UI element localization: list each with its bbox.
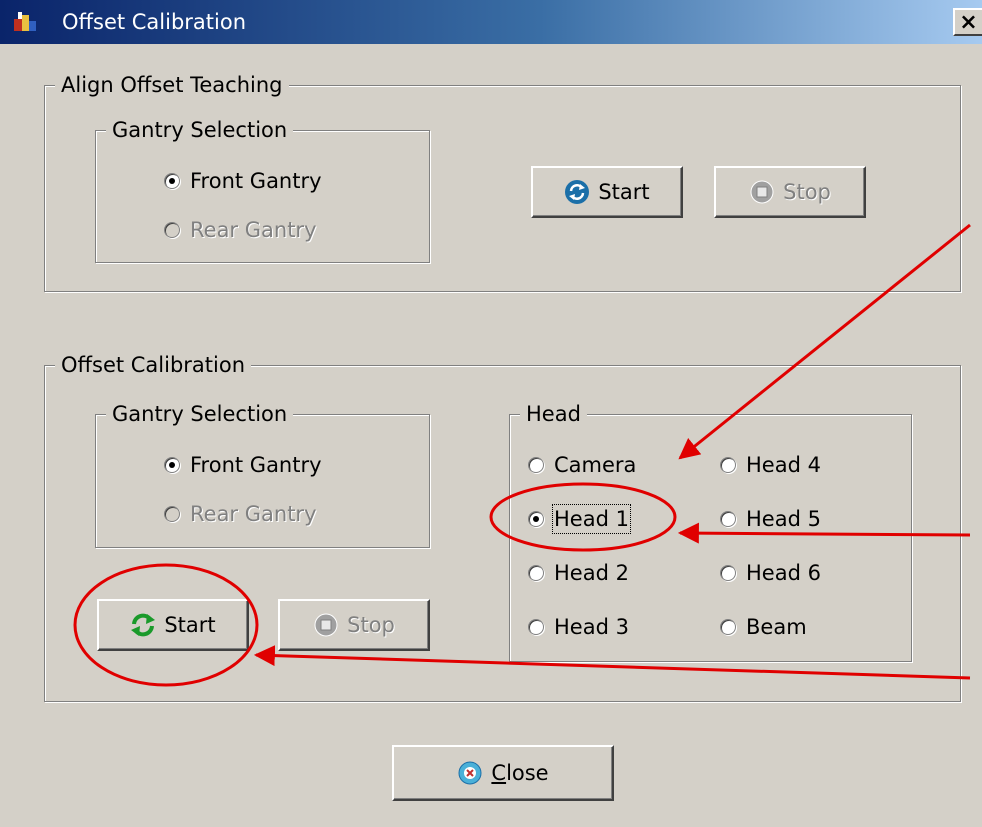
head-radio-head-3[interactable]: Head 3: [528, 614, 629, 640]
radio-checked-icon: [528, 511, 544, 527]
align-front-gantry-label: Front Gantry: [190, 169, 322, 193]
align-stop-label: Stop: [783, 180, 831, 204]
radio-checked-icon: [164, 173, 180, 189]
align-stop-button[interactable]: Stop: [714, 166, 866, 218]
radio-unchecked-icon: [164, 222, 180, 238]
head-option-label: Head 3: [554, 615, 629, 639]
head-option-label: Head 2: [554, 561, 629, 585]
close-icon: [458, 761, 482, 785]
head-radio-beam[interactable]: Beam: [720, 614, 807, 640]
refresh-icon: [565, 180, 590, 204]
head-radio-head-6[interactable]: Head 6: [720, 560, 821, 586]
offset-front-gantry-radio[interactable]: Front Gantry: [164, 452, 322, 478]
head-radio-head-2[interactable]: Head 2: [528, 560, 629, 586]
app-icon: [14, 12, 36, 31]
offset-calibration-group: Offset Calibration Gantry Selection Fron…: [44, 352, 961, 702]
align-rear-gantry-label: Rear Gantry: [190, 218, 317, 242]
head-option-label: Beam: [746, 615, 807, 639]
close-rest: lose: [506, 761, 549, 785]
offset-stop-button[interactable]: Stop: [278, 599, 430, 651]
radio-checked-icon: [164, 457, 180, 473]
offset-calibration-dialog: Offset Calibration × Align Offset Teachi…: [0, 0, 982, 827]
head-option-label: Camera: [554, 453, 637, 477]
offset-gantry-selection-label: Gantry Selection: [106, 401, 294, 427]
offset-start-button[interactable]: Start: [97, 599, 249, 651]
close-mnemonic: C: [491, 761, 507, 785]
offset-rear-gantry-label: Rear Gantry: [190, 502, 317, 526]
close-button[interactable]: Close: [392, 745, 614, 801]
radio-unchecked-icon: [164, 506, 180, 522]
offset-stop-label: Stop: [347, 613, 395, 637]
offset-gantry-selection-group: Gantry Selection Front Gantry Rear Gantr…: [95, 401, 430, 548]
radio-unchecked-icon: [720, 565, 736, 581]
head-radio-head-4[interactable]: Head 4: [720, 452, 821, 478]
radio-unchecked-icon: [528, 619, 544, 635]
window-close-button[interactable]: ×: [953, 8, 982, 36]
head-radio-head-1[interactable]: Head 1: [528, 504, 631, 534]
head-radio-head-5[interactable]: Head 5: [720, 506, 821, 532]
head-radio-camera[interactable]: Camera: [528, 452, 636, 478]
align-start-button[interactable]: Start: [531, 166, 683, 218]
align-gantry-selection-label: Gantry Selection: [106, 117, 294, 143]
green-refresh-icon: [131, 613, 156, 637]
offset-start-label: Start: [164, 613, 216, 637]
radio-unchecked-icon: [720, 619, 736, 635]
head-group: Head Camera Head 1 Head 2 Head 3 Head 4: [509, 401, 912, 662]
head-option-label: Head 5: [746, 507, 821, 531]
align-rear-gantry-radio[interactable]: Rear Gantry: [164, 217, 317, 243]
stop-icon: [750, 180, 774, 204]
align-offset-teaching-label: Align Offset Teaching: [55, 72, 289, 98]
head-option-label: Head 4: [746, 453, 821, 477]
align-offset-teaching-group: Align Offset Teaching Gantry Selection F…: [44, 72, 961, 292]
radio-unchecked-icon: [720, 511, 736, 527]
radio-unchecked-icon: [720, 457, 736, 473]
window-title: Offset Calibration: [62, 10, 247, 34]
offset-rear-gantry-radio[interactable]: Rear Gantry: [164, 501, 317, 527]
align-front-gantry-radio[interactable]: Front Gantry: [164, 168, 322, 194]
radio-unchecked-icon: [528, 457, 544, 473]
offset-front-gantry-label: Front Gantry: [190, 453, 322, 477]
head-option-label: Head 1: [552, 504, 631, 534]
head-option-label: Head 6: [746, 561, 821, 585]
head-group-label: Head: [520, 401, 587, 427]
align-start-label: Start: [598, 180, 650, 204]
radio-unchecked-icon: [528, 565, 544, 581]
offset-calibration-label: Offset Calibration: [55, 352, 252, 378]
align-gantry-selection-group: Gantry Selection Front Gantry Rear Gantr…: [95, 117, 430, 263]
stop-icon: [314, 613, 338, 637]
title-bar[interactable]: Offset Calibration ×: [0, 0, 982, 44]
close-button-label: Close: [491, 761, 548, 785]
